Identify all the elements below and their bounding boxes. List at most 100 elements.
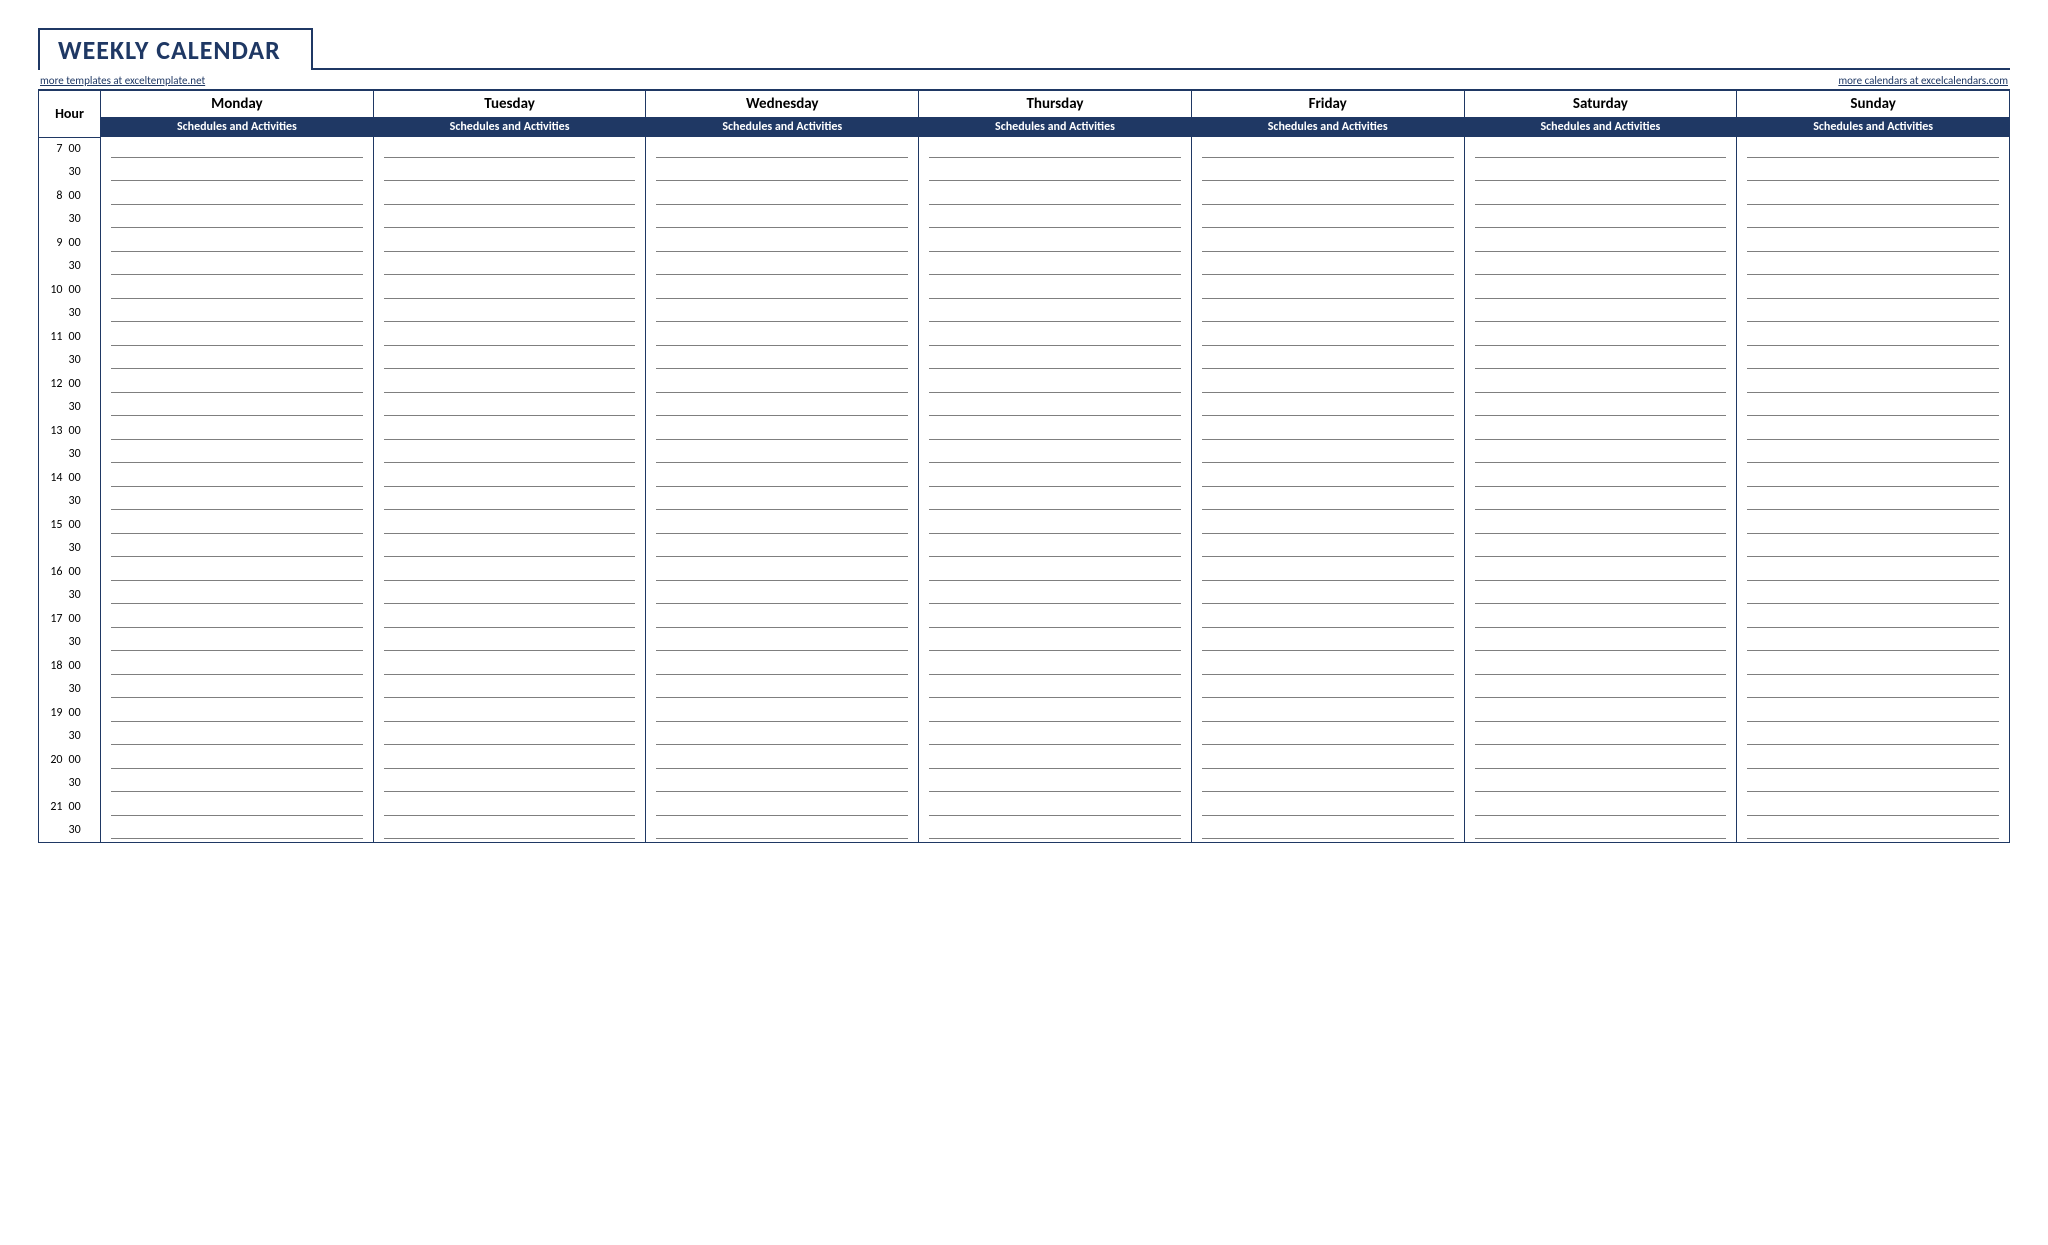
schedule-cell[interactable] [101,513,374,537]
schedule-cell[interactable] [1737,466,2010,490]
schedule-cell[interactable] [373,795,646,819]
schedule-cell[interactable] [1191,584,1464,608]
schedule-cell[interactable] [101,443,374,467]
schedule-cell[interactable] [373,396,646,420]
schedule-cell[interactable] [646,302,919,326]
schedule-cell[interactable] [919,255,1192,279]
schedule-cell[interactable] [1191,372,1464,396]
schedule-cell[interactable] [1464,325,1737,349]
schedule-cell[interactable] [1464,795,1737,819]
schedule-cell[interactable] [1737,208,2010,232]
schedule-cell[interactable] [1464,208,1737,232]
schedule-cell[interactable] [646,208,919,232]
schedule-cell[interactable] [1737,654,2010,678]
schedule-cell[interactable] [101,231,374,255]
schedule-cell[interactable] [919,513,1192,537]
schedule-cell[interactable] [1737,537,2010,561]
schedule-cell[interactable] [1737,184,2010,208]
schedule-cell[interactable] [919,231,1192,255]
schedule-cell[interactable] [1191,419,1464,443]
schedule-cell[interactable] [373,654,646,678]
schedule-cell[interactable] [373,278,646,302]
schedule-cell[interactable] [1737,795,2010,819]
schedule-cell[interactable] [646,161,919,185]
schedule-cell[interactable] [646,231,919,255]
schedule-cell[interactable] [101,302,374,326]
schedule-cell[interactable] [646,372,919,396]
schedule-cell[interactable] [373,208,646,232]
schedule-cell[interactable] [101,631,374,655]
schedule-cell[interactable] [646,725,919,749]
schedule-cell[interactable] [646,607,919,631]
schedule-cell[interactable] [1464,372,1737,396]
schedule-cell[interactable] [1737,748,2010,772]
schedule-cell[interactable] [1191,795,1464,819]
schedule-cell[interactable] [1464,537,1737,561]
schedule-cell[interactable] [1464,584,1737,608]
schedule-cell[interactable] [1464,137,1737,161]
schedule-cell[interactable] [646,490,919,514]
schedule-cell[interactable] [919,701,1192,725]
schedule-cell[interactable] [919,654,1192,678]
schedule-cell[interactable] [1737,701,2010,725]
schedule-cell[interactable] [646,466,919,490]
schedule-cell[interactable] [1464,349,1737,373]
schedule-cell[interactable] [1464,631,1737,655]
schedule-cell[interactable] [919,772,1192,796]
schedule-cell[interactable] [101,490,374,514]
schedule-cell[interactable] [1464,396,1737,420]
schedule-cell[interactable] [101,607,374,631]
schedule-cell[interactable] [1191,631,1464,655]
schedule-cell[interactable] [919,678,1192,702]
schedule-cell[interactable] [919,748,1192,772]
schedule-cell[interactable] [1191,466,1464,490]
schedule-cell[interactable] [101,278,374,302]
schedule-cell[interactable] [646,537,919,561]
schedule-cell[interactable] [919,137,1192,161]
schedule-cell[interactable] [1464,513,1737,537]
schedule-cell[interactable] [1737,678,2010,702]
schedule-cell[interactable] [1737,607,2010,631]
schedule-cell[interactable] [1464,654,1737,678]
schedule-cell[interactable] [373,584,646,608]
schedule-cell[interactable] [101,372,374,396]
schedule-cell[interactable] [1464,748,1737,772]
schedule-cell[interactable] [101,349,374,373]
schedule-cell[interactable] [646,819,919,843]
schedule-cell[interactable] [646,137,919,161]
schedule-cell[interactable] [1191,325,1464,349]
schedule-cell[interactable] [646,184,919,208]
schedule-cell[interactable] [1191,537,1464,561]
schedule-cell[interactable] [646,631,919,655]
schedule-cell[interactable] [373,513,646,537]
schedule-cell[interactable] [373,137,646,161]
schedule-cell[interactable] [101,466,374,490]
schedule-cell[interactable] [1464,678,1737,702]
schedule-cell[interactable] [1464,701,1737,725]
schedule-cell[interactable] [646,349,919,373]
schedule-cell[interactable] [1737,349,2010,373]
schedule-cell[interactable] [1737,584,2010,608]
schedule-cell[interactable] [101,584,374,608]
schedule-cell[interactable] [919,490,1192,514]
schedule-cell[interactable] [1737,419,2010,443]
schedule-cell[interactable] [646,255,919,279]
schedule-cell[interactable] [1737,302,2010,326]
schedule-cell[interactable] [1191,748,1464,772]
schedule-cell[interactable] [646,513,919,537]
schedule-cell[interactable] [1191,161,1464,185]
schedule-cell[interactable] [919,560,1192,584]
schedule-cell[interactable] [919,419,1192,443]
schedule-cell[interactable] [373,748,646,772]
schedule-cell[interactable] [919,208,1192,232]
schedule-cell[interactable] [1464,184,1737,208]
schedule-cell[interactable] [1464,255,1737,279]
schedule-cell[interactable] [101,208,374,232]
schedule-cell[interactable] [1737,137,2010,161]
schedule-cell[interactable] [1191,184,1464,208]
schedule-cell[interactable] [919,584,1192,608]
link-more-templates[interactable]: more templates at exceltemplate.net [40,74,205,87]
schedule-cell[interactable] [919,466,1192,490]
link-more-calendars[interactable]: more calendars at excelcalendars.com [1838,74,2008,87]
schedule-cell[interactable] [646,584,919,608]
